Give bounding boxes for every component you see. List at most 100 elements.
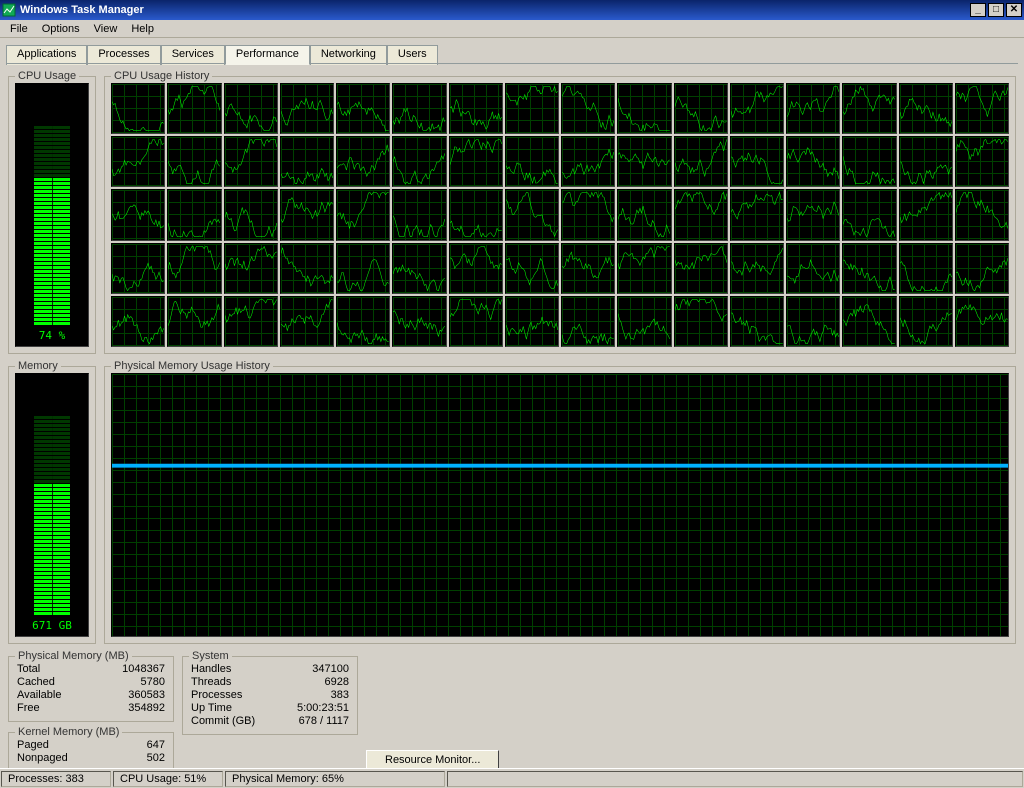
menu-view[interactable]: View bbox=[88, 22, 124, 36]
tab-performance[interactable]: Performance bbox=[225, 45, 310, 65]
cpu-core-chart bbox=[561, 189, 615, 240]
status-processes: Processes: 383 bbox=[1, 771, 111, 787]
cpu-core-chart bbox=[280, 189, 334, 240]
cpu-core-chart bbox=[111, 83, 165, 134]
label: Processes bbox=[191, 689, 242, 702]
cpu-core-chart bbox=[224, 296, 278, 347]
cpu-usage-group: CPU Usage 74 % bbox=[8, 76, 96, 354]
cpu-core-chart bbox=[392, 83, 446, 134]
cpu-core-chart bbox=[730, 189, 784, 240]
cpu-core-chart bbox=[449, 83, 503, 134]
cpu-core-chart bbox=[617, 243, 671, 294]
status-memory: Physical Memory: 65% bbox=[225, 771, 445, 787]
cpu-core-chart bbox=[730, 83, 784, 134]
memory-history-group: Physical Memory Usage History bbox=[104, 366, 1016, 644]
cpu-core-chart bbox=[617, 83, 671, 134]
value: 6928 bbox=[325, 676, 349, 689]
label: Cached bbox=[17, 676, 55, 689]
tab-networking[interactable]: Networking bbox=[310, 45, 387, 65]
label: Up Time bbox=[191, 702, 232, 715]
cpu-core-chart bbox=[842, 243, 896, 294]
cpu-core-chart bbox=[899, 136, 953, 187]
label: Handles bbox=[191, 663, 231, 676]
menu-file[interactable]: File bbox=[4, 22, 34, 36]
cpu-core-chart bbox=[449, 189, 503, 240]
cpu-core-chart bbox=[786, 83, 840, 134]
minimize-button[interactable]: _ bbox=[970, 3, 986, 17]
performance-panel: CPU Usage 74 % CPU Usage History Memory … bbox=[0, 64, 1024, 776]
cpu-history-group: CPU Usage History bbox=[104, 76, 1016, 354]
cpu-core-chart bbox=[280, 83, 334, 134]
cpu-core-chart bbox=[674, 296, 728, 347]
value: 5:00:23:51 bbox=[297, 702, 349, 715]
cpu-core-chart bbox=[111, 243, 165, 294]
tab-applications[interactable]: Applications bbox=[6, 45, 87, 65]
cpu-core-chart bbox=[505, 189, 559, 240]
close-button[interactable]: ✕ bbox=[1006, 3, 1022, 17]
cpu-core-chart bbox=[899, 296, 953, 347]
group-label: Kernel Memory (MB) bbox=[15, 726, 122, 738]
cpu-core-chart bbox=[617, 136, 671, 187]
cpu-core-chart bbox=[842, 83, 896, 134]
cpu-core-chart bbox=[786, 243, 840, 294]
cpu-core-chart bbox=[561, 243, 615, 294]
cpu-core-chart bbox=[955, 243, 1009, 294]
menu-options[interactable]: Options bbox=[36, 22, 86, 36]
memory-group: Memory 671 GB bbox=[8, 366, 96, 644]
cpu-core-chart bbox=[505, 83, 559, 134]
cpu-core-chart bbox=[392, 296, 446, 347]
cpu-core-chart bbox=[392, 136, 446, 187]
system-group: System Handles347100 Threads6928 Process… bbox=[182, 656, 358, 735]
cpu-core-chart bbox=[392, 189, 446, 240]
cpu-core-chart bbox=[730, 296, 784, 347]
menu-bar: File Options View Help bbox=[0, 20, 1024, 38]
cpu-core-chart bbox=[842, 189, 896, 240]
kernel-memory-group: Kernel Memory (MB) Paged647 Nonpaged502 bbox=[8, 732, 174, 772]
cpu-core-chart bbox=[167, 243, 221, 294]
cpu-core-chart bbox=[842, 136, 896, 187]
menu-help[interactable]: Help bbox=[125, 22, 160, 36]
group-label: Physical Memory (MB) bbox=[15, 650, 132, 662]
value: 5780 bbox=[141, 676, 165, 689]
resource-monitor-button[interactable]: Resource Monitor... bbox=[366, 750, 499, 770]
tab-services[interactable]: Services bbox=[161, 45, 225, 65]
cpu-core-chart bbox=[505, 136, 559, 187]
tab-processes[interactable]: Processes bbox=[87, 45, 160, 65]
cpu-core-chart bbox=[842, 296, 896, 347]
title-bar: Windows Task Manager _ □ ✕ bbox=[0, 0, 1024, 20]
cpu-core-chart bbox=[786, 136, 840, 187]
cpu-core-chart bbox=[111, 136, 165, 187]
cpu-core-chart bbox=[336, 243, 390, 294]
window-title: Windows Task Manager bbox=[20, 4, 968, 16]
tab-users[interactable]: Users bbox=[387, 45, 438, 65]
cpu-core-chart bbox=[899, 189, 953, 240]
status-bar: Processes: 383 CPU Usage: 51% Physical M… bbox=[0, 768, 1024, 788]
value: 1048367 bbox=[122, 663, 165, 676]
cpu-core-chart bbox=[899, 243, 953, 294]
status-cpu: CPU Usage: 51% bbox=[113, 771, 223, 787]
label: Total bbox=[17, 663, 40, 676]
cpu-core-chart bbox=[280, 296, 334, 347]
value: 502 bbox=[147, 752, 165, 765]
cpu-gauge-label: 74 % bbox=[39, 329, 66, 342]
cpu-core-chart bbox=[955, 136, 1009, 187]
cpu-core-chart bbox=[617, 189, 671, 240]
label: Threads bbox=[191, 676, 231, 689]
value: 347100 bbox=[312, 663, 349, 676]
group-label: Memory bbox=[15, 360, 61, 372]
memory-gauge-label: 671 GB bbox=[32, 619, 72, 632]
tab-row: Applications Processes Services Performa… bbox=[6, 44, 1018, 64]
maximize-button[interactable]: □ bbox=[988, 3, 1004, 17]
cpu-core-chart bbox=[224, 136, 278, 187]
cpu-core-chart bbox=[561, 83, 615, 134]
cpu-core-chart bbox=[674, 243, 728, 294]
cpu-core-chart bbox=[336, 136, 390, 187]
label: Commit (GB) bbox=[191, 715, 255, 728]
cpu-core-chart bbox=[336, 296, 390, 347]
cpu-core-chart bbox=[955, 83, 1009, 134]
cpu-core-chart bbox=[224, 243, 278, 294]
group-label: Physical Memory Usage History bbox=[111, 360, 273, 372]
status-blank bbox=[447, 771, 1023, 787]
physical-memory-group: Physical Memory (MB) Total1048367 Cached… bbox=[8, 656, 174, 722]
cpu-core-chart bbox=[336, 189, 390, 240]
